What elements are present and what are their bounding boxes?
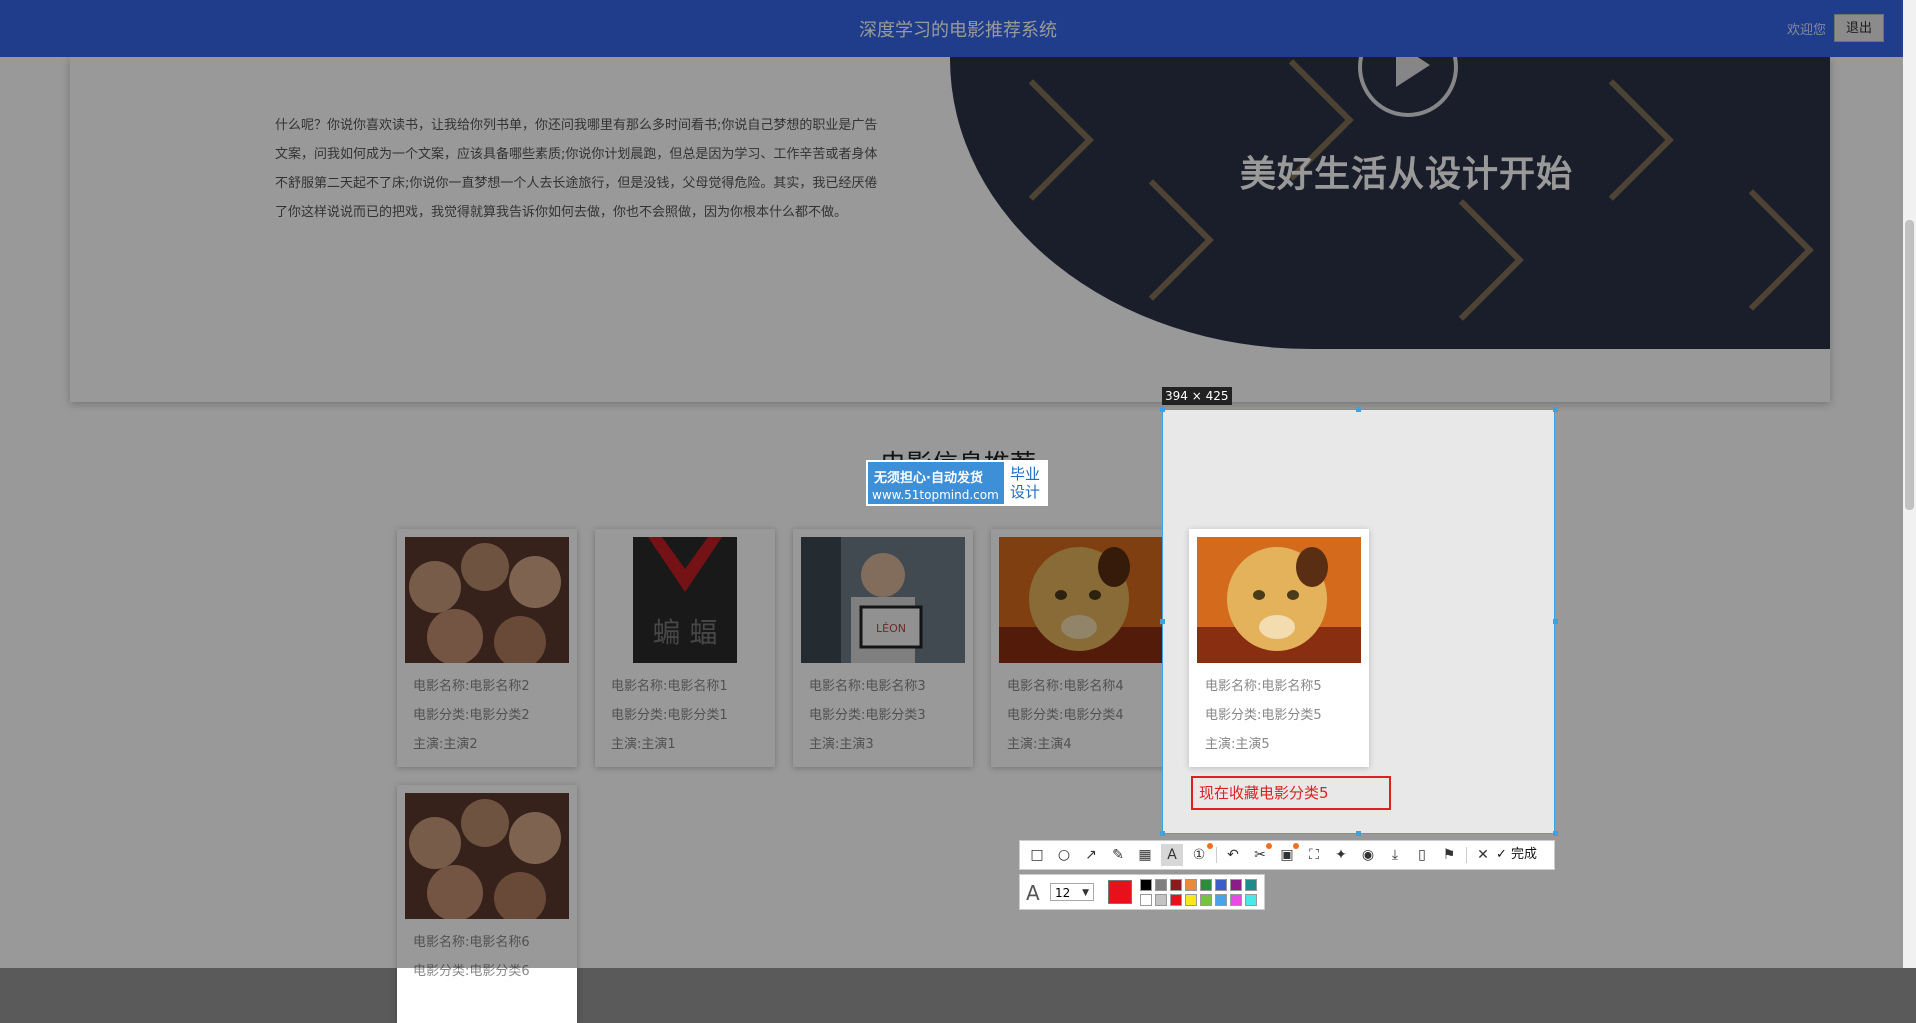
color-swatch[interactable] <box>1140 879 1152 891</box>
text-properties-bar: A 12 ▼ <box>1019 874 1265 910</box>
close-icon[interactable]: ✕ <box>1472 844 1494 866</box>
download-icon[interactable]: ⤓ <box>1384 844 1406 866</box>
color-swatch[interactable] <box>1155 879 1167 891</box>
color-swatch[interactable] <box>1185 879 1197 891</box>
font-icon: A <box>1026 881 1040 905</box>
pencil-icon[interactable]: ✎ <box>1107 844 1129 866</box>
color-swatch[interactable] <box>1230 894 1242 906</box>
text-annotation[interactable]: 现在收藏电影分类5 <box>1191 776 1391 810</box>
movie-poster[interactable] <box>1197 537 1361 663</box>
check-icon: ✓ <box>1496 847 1507 862</box>
resize-handle[interactable] <box>1160 831 1165 836</box>
current-color-swatch[interactable] <box>1108 880 1132 904</box>
resize-handle[interactable] <box>1553 619 1558 624</box>
capture-toolbar: □ ○ ↗ ✎ ▦ A ① ↶ ✂ ▣ ⛶ ✦ ◉ ⤓ ▯ ⚑ ✕ ✓ 完成 <box>1019 840 1555 870</box>
resize-handle[interactable] <box>1356 407 1361 412</box>
pin-icon[interactable]: ✦ <box>1330 844 1352 866</box>
selection-size-label: 394 × 425 <box>1162 387 1232 405</box>
resize-handle[interactable] <box>1356 831 1361 836</box>
movie-actor: 主演:主演5 <box>1205 737 1270 752</box>
ad-right-line2: 设计 <box>1009 483 1040 501</box>
badge-dot <box>1293 843 1299 849</box>
undo-icon[interactable]: ↶ <box>1222 844 1244 866</box>
color-swatch[interactable] <box>1215 894 1227 906</box>
ad-badge[interactable]: 无须担心·自动发货 www.51topmind.com 毕业 设计 <box>866 460 1048 506</box>
movie-name: 电影名称:电影名称5 <box>1205 679 1322 694</box>
color-swatch[interactable] <box>1170 879 1182 891</box>
color-swatch[interactable] <box>1140 894 1152 906</box>
capture-selection[interactable]: 电影名称:电影名称5 电影分类:电影分类5 主演:主演5 现在收藏电影分类5 <box>1162 409 1555 834</box>
done-label: 完成 <box>1511 847 1538 862</box>
rectangle-icon[interactable]: □ <box>1026 844 1048 866</box>
ad-line1: 无须担心·自动发货 <box>874 471 983 486</box>
text-icon[interactable]: A <box>1161 844 1183 866</box>
movie-card[interactable]: 电影名称:电影名称5 电影分类:电影分类5 主演:主演5 <box>1189 529 1369 767</box>
movie-category: 电影分类:电影分类5 <box>1205 708 1322 723</box>
done-button[interactable]: ✓ 完成 <box>1496 844 1537 866</box>
ellipse-icon[interactable]: ○ <box>1053 844 1075 866</box>
resize-handle[interactable] <box>1160 619 1165 624</box>
ad-right-label: 毕业 设计 <box>1004 462 1046 504</box>
phone-icon[interactable]: ▯ <box>1411 844 1433 866</box>
color-swatch[interactable] <box>1200 894 1212 906</box>
color-swatch[interactable] <box>1245 879 1257 891</box>
badge-dot <box>1266 843 1272 849</box>
color-swatch[interactable] <box>1230 879 1242 891</box>
toolbar-separator <box>1466 847 1467 863</box>
resize-handle[interactable] <box>1553 831 1558 836</box>
scrollbar-thumb[interactable] <box>1905 220 1914 510</box>
mosaic-icon[interactable]: ▦ <box>1134 844 1156 866</box>
color-swatch[interactable] <box>1185 894 1197 906</box>
font-size-select[interactable]: 12 ▼ <box>1050 883 1094 901</box>
font-size-value: 12 <box>1055 886 1071 900</box>
bookmark-icon[interactable]: ⚑ <box>1438 844 1460 866</box>
arrow-icon[interactable]: ↗ <box>1080 844 1102 866</box>
chevron-down-icon: ▼ <box>1082 888 1089 898</box>
resize-handle[interactable] <box>1553 407 1558 412</box>
number-icon[interactable]: ① <box>1188 844 1210 866</box>
ad-line2: www.51topmind.com <box>872 488 999 502</box>
header-dim-overlay <box>0 0 1916 57</box>
toolbar-separator <box>1216 847 1217 863</box>
color-swatch[interactable] <box>1215 879 1227 891</box>
color-swatch[interactable] <box>1170 894 1182 906</box>
record-icon[interactable]: ◉ <box>1357 844 1379 866</box>
ad-right-line1: 毕业 <box>1009 465 1040 483</box>
resize-handle[interactable] <box>1160 407 1165 412</box>
color-swatch[interactable] <box>1200 879 1212 891</box>
color-swatch[interactable] <box>1155 894 1167 906</box>
long-capture-icon[interactable]: ⛶ <box>1303 844 1325 866</box>
color-swatch[interactable] <box>1245 894 1257 906</box>
